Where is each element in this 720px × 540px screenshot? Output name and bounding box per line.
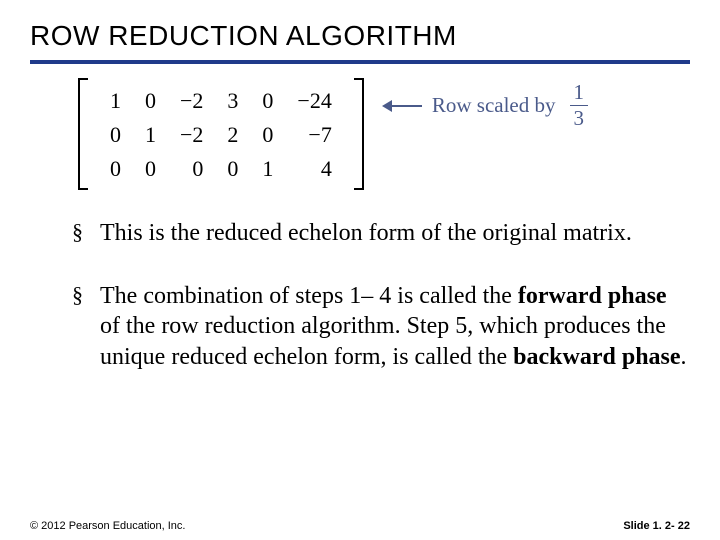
matrix-cell: −24 [285, 84, 343, 118]
arrow-left-icon [382, 99, 422, 113]
matrix-cell: 4 [285, 152, 343, 186]
matrix: 1 0 −2 3 0 −24 0 1 −2 2 0 −7 [78, 78, 364, 190]
matrix-cell: −7 [285, 118, 343, 152]
matrix-cell: 0 [215, 152, 250, 186]
table-row: 0 0 0 0 1 4 [98, 152, 344, 186]
table-row: 1 0 −2 3 0 −24 [98, 84, 344, 118]
matrix-cell: −2 [168, 84, 215, 118]
matrix-cell: 2 [215, 118, 250, 152]
fraction-denominator: 3 [574, 106, 585, 129]
matrix-cell: 0 [250, 118, 285, 152]
row-annotation: Row scaled by 1 3 [382, 82, 588, 129]
fraction: 1 3 [570, 82, 589, 129]
matrix-cell: 0 [98, 152, 133, 186]
matrix-body: 1 0 −2 3 0 −24 0 1 −2 2 0 −7 [98, 84, 344, 186]
slide-number: Slide 1. 2- 22 [623, 520, 690, 532]
title-underline [30, 60, 690, 64]
matrix-cell: 1 [133, 118, 168, 152]
matrix-cell: −2 [168, 118, 215, 152]
list-item: The combination of steps 1– 4 is called … [72, 281, 690, 373]
matrix-figure: 1 0 −2 3 0 −24 0 1 −2 2 0 −7 [78, 78, 690, 190]
copyright-text: © 2012 Pearson Education, Inc. [30, 520, 185, 532]
matrix-right-bracket [354, 78, 364, 190]
matrix-cell: 0 [168, 152, 215, 186]
fraction-numerator: 1 [570, 82, 589, 106]
table-row: 0 1 −2 2 0 −7 [98, 118, 344, 152]
matrix-left-bracket [78, 78, 88, 190]
matrix-cell: 0 [250, 84, 285, 118]
matrix-cell: 0 [133, 152, 168, 186]
matrix-cell: 0 [133, 84, 168, 118]
matrix-cell: 3 [215, 84, 250, 118]
annotation-text: Row scaled by [432, 93, 556, 118]
matrix-cell: 0 [98, 118, 133, 152]
slide-title: ROW REDUCTION ALGORITHM [30, 20, 690, 52]
matrix-cell: 1 [98, 84, 133, 118]
matrix-cell: 1 [250, 152, 285, 186]
bullet-list: This is the reduced echelon form of the … [30, 218, 690, 373]
list-item: This is the reduced echelon form of the … [72, 218, 690, 249]
